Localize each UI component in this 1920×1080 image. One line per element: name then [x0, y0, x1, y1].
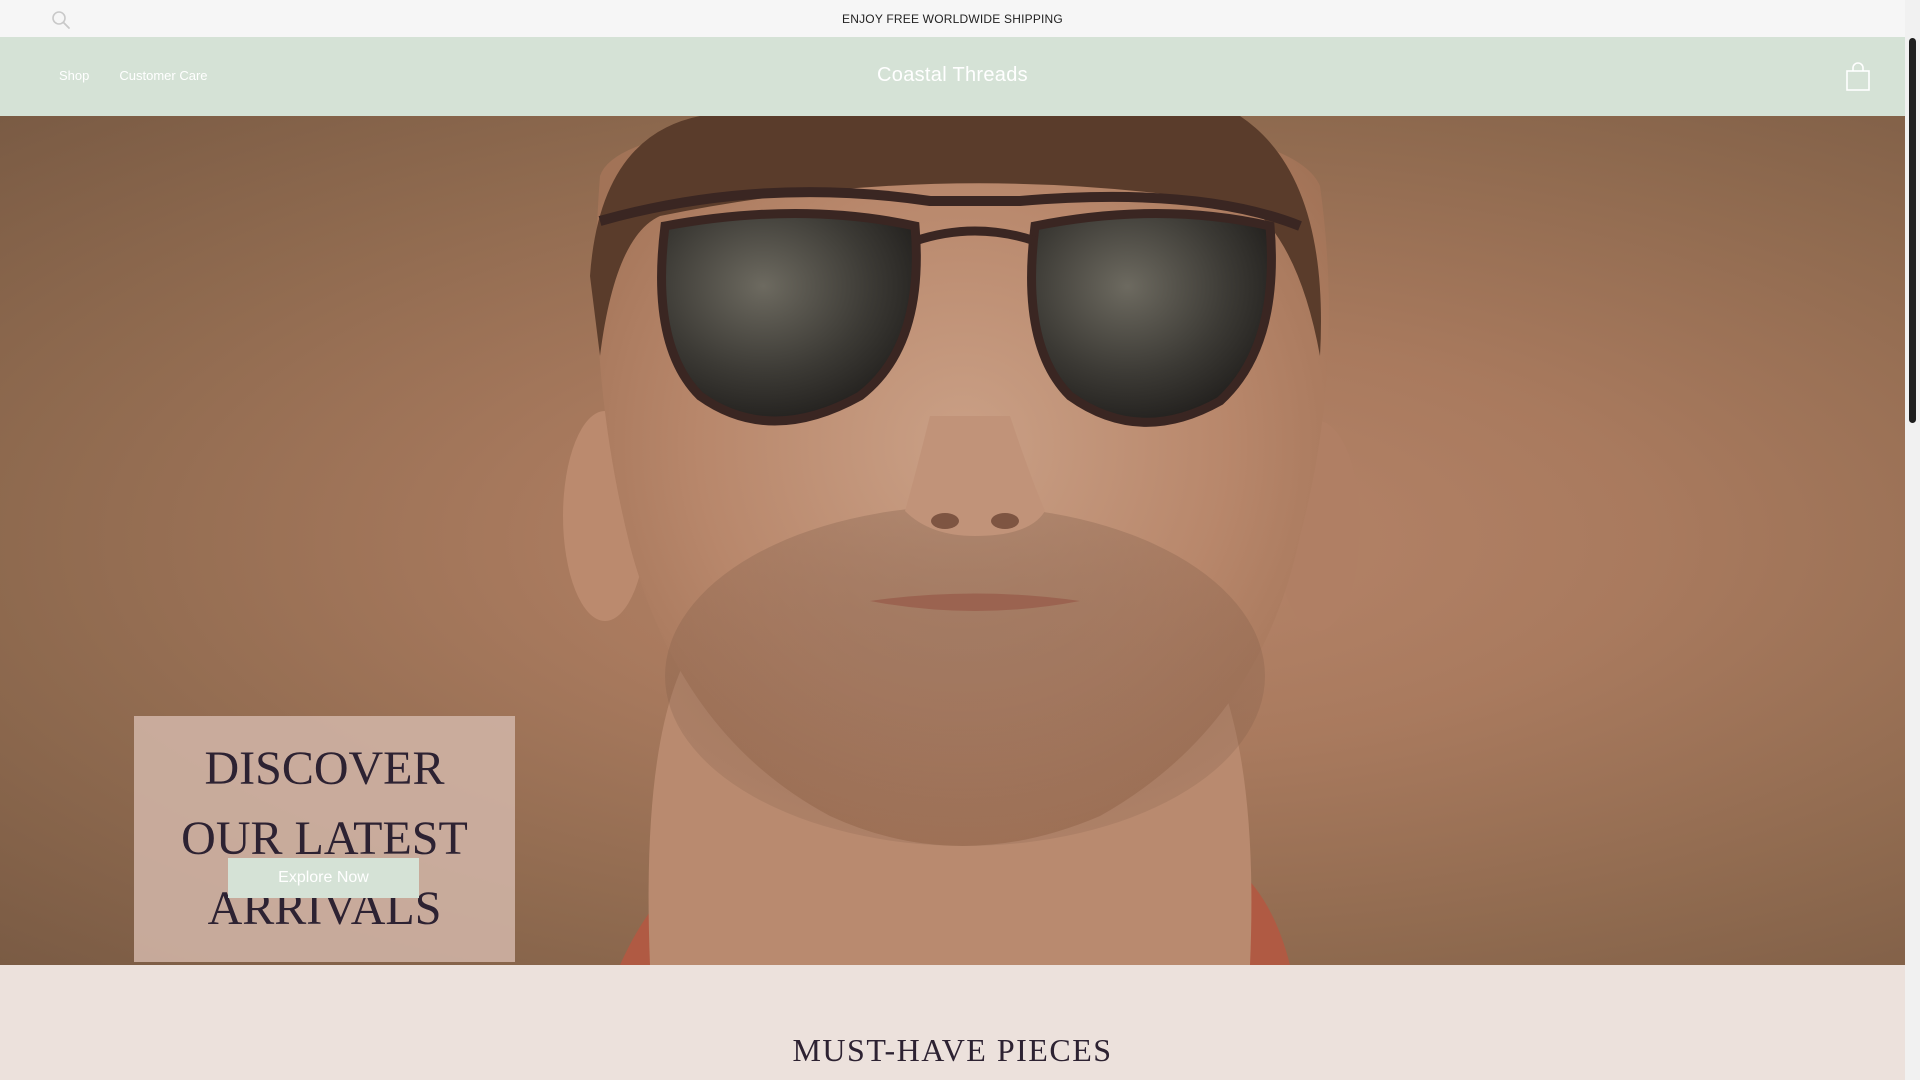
featured-section: MUST-HAVE PIECES — [0, 965, 1905, 1080]
explore-now-button[interactable]: Explore Now — [228, 858, 419, 898]
cart-button[interactable] — [1845, 62, 1871, 92]
announcement-bar: ENJOY FREE WORLDWIDE SHIPPING — [0, 0, 1905, 38]
hero-title: DISCOVER OUR LATEST ARRIVALS — [181, 742, 468, 935]
page-scrollbar[interactable] — [1905, 0, 1920, 1080]
hero-banner: DISCOVER OUR LATEST ARRIVALS — [0, 116, 1905, 965]
site-header: Shop Customer Care Coastal Threads — [0, 37, 1905, 116]
announcement-text: ENJOY FREE WORLDWIDE SHIPPING — [842, 12, 1063, 26]
scrollbar-thumb[interactable] — [1909, 38, 1916, 423]
page: ENJOY FREE WORLDWIDE SHIPPING Shop Custo… — [0, 0, 1905, 1080]
shopping-bag-icon — [1846, 62, 1870, 91]
hero-promo-box: DISCOVER OUR LATEST ARRIVALS — [134, 716, 515, 962]
section-title: MUST-HAVE PIECES — [792, 1032, 1113, 1068]
brand-name[interactable]: Coastal Threads — [0, 64, 1905, 87]
